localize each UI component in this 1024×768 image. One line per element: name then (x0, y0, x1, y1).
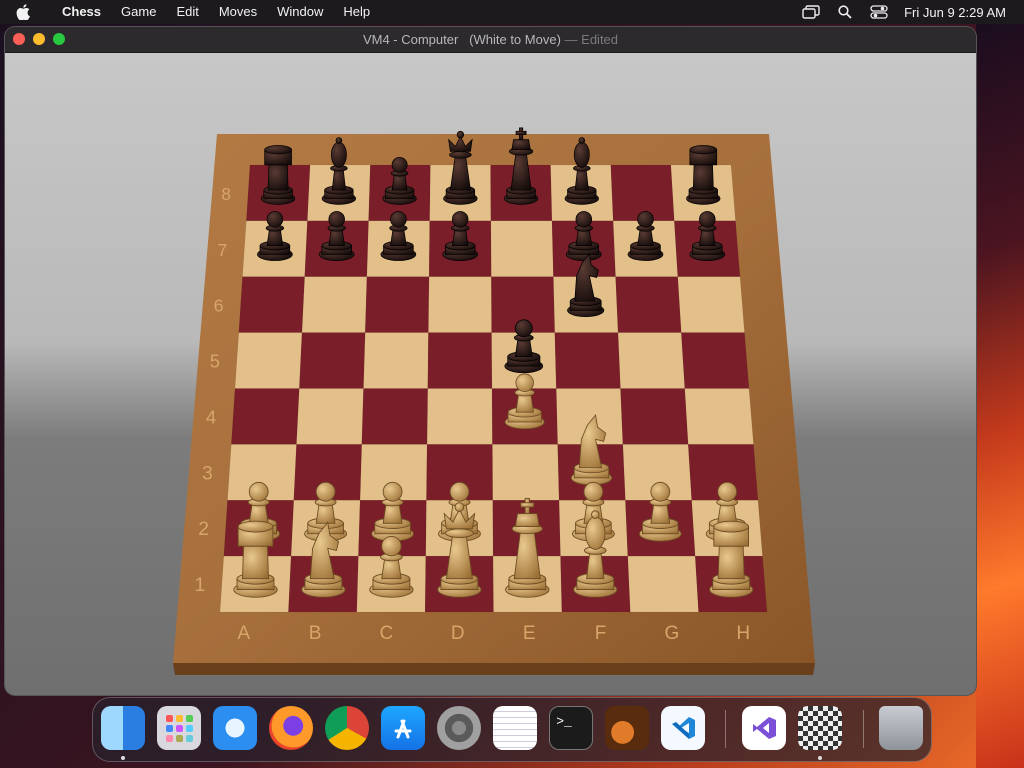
menubar-status-area: Fri Jun 9 2:29 AM (802, 0, 1006, 24)
finder-icon[interactable] (101, 706, 145, 750)
chess-icon[interactable] (798, 706, 842, 750)
square-d6[interactable] (428, 276, 492, 333)
menu-edit[interactable]: Edit (166, 0, 208, 24)
square-h4[interactable] (684, 388, 754, 445)
menu-window[interactable]: Window (267, 0, 333, 24)
menu-app-name[interactable]: Chess (52, 0, 111, 24)
window-title-separator: — (564, 32, 578, 47)
menu-help[interactable]: Help (333, 0, 380, 24)
dock-separator (725, 710, 726, 748)
square-g6[interactable] (615, 276, 682, 333)
window-title-status: Edited (581, 32, 619, 47)
menu-bar: Chess Game Edit Moves Window Help Fri Ju… (0, 0, 1024, 24)
square-e7[interactable] (490, 220, 554, 278)
window-title: VM4 - Computer (White to Move) — Edited (5, 32, 976, 47)
file-label-e: E (523, 623, 536, 644)
firefox-icon[interactable] (269, 706, 313, 750)
rank-label-4: 4 (206, 406, 216, 427)
square-b4[interactable] (296, 388, 364, 445)
screen-mirroring-icon[interactable] (802, 4, 820, 20)
window-titlebar[interactable]: VM4 - Computer (White to Move) — Edited (5, 27, 976, 53)
file-label-d: D (451, 623, 465, 644)
garageband-icon[interactable] (605, 706, 649, 750)
square-a5[interactable] (234, 332, 303, 389)
menu-game[interactable]: Game (111, 0, 166, 24)
board-view[interactable]: A B C D E F G H 1 2 3 4 5 6 7 8 (5, 53, 976, 695)
dock-running-indicator (818, 756, 822, 760)
square-b5[interactable] (299, 332, 366, 389)
rank-label-5: 5 (210, 351, 220, 372)
dock-separator (863, 710, 864, 748)
desktop-wallpaper (976, 24, 1024, 768)
apple-logo-icon (16, 4, 30, 20)
file-label-c: C (380, 623, 394, 644)
file-label-f: F (595, 623, 607, 644)
spotlight-search-icon[interactable] (836, 4, 854, 20)
chess-board-3d[interactable]: A B C D E F G H 1 2 3 4 5 6 7 8 (5, 53, 976, 695)
trash-icon[interactable] (879, 706, 923, 750)
square-a6[interactable] (238, 276, 305, 333)
rank-label-1: 1 (194, 574, 205, 596)
rank-label-6: 6 (214, 296, 224, 316)
square-d5[interactable] (427, 332, 493, 389)
square-a4[interactable] (231, 388, 300, 445)
chrome-icon[interactable] (325, 706, 369, 750)
app-store-icon[interactable] (381, 706, 425, 750)
square-g1[interactable] (627, 555, 699, 613)
square-g5[interactable] (617, 332, 686, 389)
square-c6[interactable] (364, 276, 430, 333)
rank-label-2: 2 (198, 518, 209, 540)
square-g4[interactable] (620, 388, 689, 445)
square-e3[interactable] (492, 444, 560, 501)
dock-running-indicator (121, 756, 125, 760)
square-c5[interactable] (363, 332, 429, 389)
menu-moves[interactable]: Moves (209, 0, 267, 24)
board-frame-edge (173, 663, 815, 675)
visual-studio-icon[interactable] (742, 706, 786, 750)
vscode-icon[interactable] (661, 706, 705, 750)
launchpad-icon[interactable] (157, 706, 201, 750)
square-h5[interactable] (681, 332, 750, 389)
rank-label-8: 8 (221, 184, 231, 204)
system-settings-icon[interactable] (437, 706, 481, 750)
square-f5[interactable] (554, 332, 621, 389)
square-b6[interactable] (301, 276, 368, 333)
square-h6[interactable] (677, 276, 745, 333)
textedit-icon[interactable] (493, 706, 537, 750)
chess-window: VM4 - Computer (White to Move) — Edited … (5, 27, 976, 695)
terminal-icon[interactable]: >_ (549, 706, 593, 750)
menubar-clock[interactable]: Fri Jun 9 2:29 AM (904, 5, 1006, 20)
dock: >_ (92, 697, 932, 762)
control-center-icon[interactable] (870, 4, 888, 20)
file-label-b: B (309, 623, 322, 644)
file-label-h: H (736, 623, 750, 644)
apple-menu[interactable] (16, 4, 36, 20)
file-label-g: G (665, 623, 680, 644)
file-label-a: A (237, 623, 250, 644)
rank-label-3: 3 (202, 463, 213, 484)
window-title-text: VM4 - Computer (White to Move) (362, 32, 561, 47)
square-d4[interactable] (426, 388, 493, 445)
rank-label-7: 7 (218, 240, 228, 260)
safari-icon[interactable] (213, 706, 257, 750)
square-c4[interactable] (361, 388, 429, 445)
